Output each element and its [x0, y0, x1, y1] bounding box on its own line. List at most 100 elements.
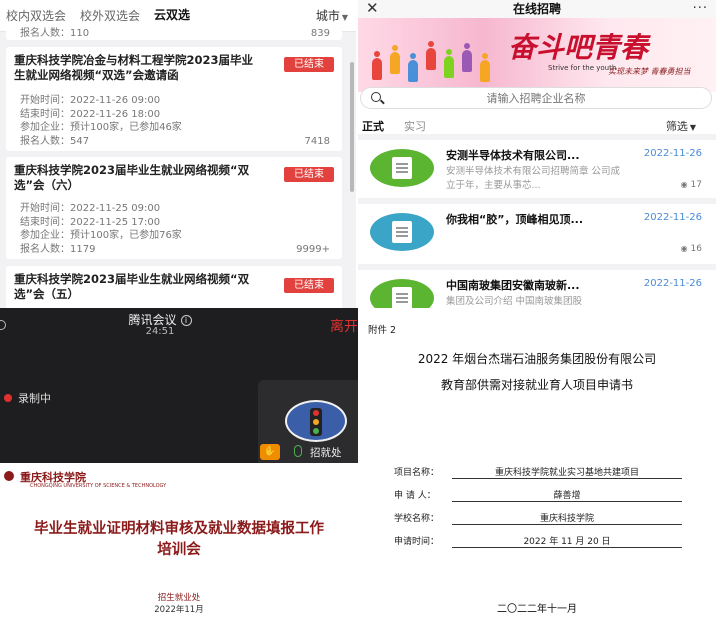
chevron-down-icon: ▼ — [341, 13, 348, 22]
field-applicant: 申 请 人： 薛善增 — [394, 488, 682, 502]
tab-intern[interactable]: 实习 — [404, 118, 426, 134]
status-badge: 已结束 — [284, 167, 334, 182]
online-recruit-panel: ✕ 在线招聘 ··· 奋斗吧青春 Strive for the youth 实现… — [358, 0, 716, 308]
school-emblem-icon — [4, 471, 14, 481]
field-apply-date: 申请时间： 2022 年 11 月 20 日 — [394, 534, 682, 548]
search-input[interactable] — [361, 88, 711, 108]
company-logo-icon — [370, 213, 434, 251]
post-date: 2022-11-26 — [643, 148, 702, 159]
list-item[interactable]: 重庆科技学院2023届毕业生就业网络视频“双选”会（六） 已结束 开始时间：20… — [6, 157, 342, 259]
traffic-light-icon — [310, 408, 322, 436]
runner-figure — [390, 45, 400, 74]
banner-slogan-en: Strive for the youth — [548, 64, 617, 72]
view-count: 9999+ — [296, 244, 330, 255]
slide-date: 2022年11月 — [154, 605, 204, 615]
start-time: 开始时间：2022-11-26 09:00 — [20, 95, 161, 106]
list-item[interactable]: 你我相“胶”，顶峰相见顶... 2022-11-26 ◉ 16 — [358, 198, 716, 262]
field-project-name: 项目名称： 重庆科技学院就业实习基地共建项目 — [394, 465, 682, 479]
field-label: 申请时间： — [394, 537, 440, 547]
meeting-panel: 腾讯会议 i 24:51 离开 录制中 ✋ 招就处 重庆科技学院 CHONGQIN… — [0, 308, 358, 617]
end-time: 结束时间：2022-11-25 17:00 — [20, 217, 161, 228]
meeting-app-title: 腾讯会议 — [128, 313, 177, 327]
tab-formal[interactable]: 正式 — [362, 118, 384, 134]
more-icon[interactable]: ··· — [693, 0, 708, 18]
record-dot-icon — [4, 394, 12, 402]
signup-count-label: 报名人数：1179 — [20, 244, 96, 255]
chevron-down-icon: ▼ — [689, 123, 696, 132]
field-label: 学校名称： — [394, 514, 440, 524]
field-value: 重庆科技学院就业实习基地共建项目 — [452, 465, 682, 479]
list-item[interactable]: 重庆科技学院2023届毕业生就业网络视频“双选”会（五） 已结束 — [6, 266, 342, 308]
runner-figure — [372, 51, 382, 80]
company-name: 你我相“胶”，顶峰相见顶... — [446, 213, 583, 226]
runner-figure — [408, 53, 418, 82]
status-badge: 已结束 — [284, 57, 334, 72]
eye-icon: ◉ — [680, 244, 688, 253]
application-document: 附件 2 2022 年烟台杰瑞石油服务集团股份有限公司 教育部供需对接就业育人项… — [358, 308, 716, 617]
signup-count-label: 报名人数：110 — [20, 28, 90, 39]
job-type-tabs: 正式 实习 筛选 ▼ — [358, 116, 716, 136]
search-bar — [360, 87, 712, 109]
list-item[interactable]: 重庆科技学院冶金与材料工程学院2023届毕业生就业网络视频“双选”会邀请函 已结… — [6, 47, 342, 151]
promo-banner[interactable]: 奋斗吧青春 Strive for the youth 实现未来梦 青春勇担当 — [358, 18, 716, 92]
slide-title-line1: 毕业生就业证明材料审核及就业数据填报工作 — [34, 521, 324, 537]
meeting-header: 腾讯会议 i 24:51 离开 录制中 ✋ 招就处 — [0, 308, 358, 463]
field-value: 重庆科技学院 — [452, 511, 682, 525]
company-count: 参加企业：预计100家，已参加46家 — [20, 122, 182, 133]
slide-title-line2: 培训会 — [157, 542, 201, 558]
runner-figure — [426, 41, 436, 70]
city-filter-label: 城市 — [315, 9, 340, 23]
document-icon — [392, 221, 412, 243]
list-item[interactable]: 安测半导体技术有限公司... 2022-11-26 安测半导体技术有限公司招聘简… — [358, 134, 716, 198]
fair-title: 重庆科技学院2023届毕业生就业网络视频“双选”会（六） — [14, 163, 250, 192]
field-school: 学校名称： 重庆科技学院 — [394, 511, 682, 525]
field-value: 薛善增 — [452, 488, 682, 502]
eye-icon: ◉ — [680, 180, 688, 189]
company-count: 参加企业：预计100家，已参加76家 — [20, 230, 182, 241]
microphone-icon — [294, 445, 302, 457]
list-item[interactable]: 报名人数：110 839 — [6, 26, 342, 40]
views-badge: ◉ 17 — [681, 180, 702, 190]
job-fair-panel: 校内双选会 校外双选会 云双选 城市 ▼ 报名人数：110 839 重庆科技学院冶… — [0, 0, 356, 308]
runner-figure — [444, 49, 454, 78]
document-icon — [392, 157, 412, 179]
recording-label: 录制中 — [18, 392, 51, 405]
filter-button[interactable]: 筛选 ▼ — [666, 118, 696, 134]
document-heading: 2022 年烟台杰瑞石油服务集团股份有限公司 — [417, 352, 657, 366]
nav-bar: ✕ 在线招聘 ··· — [358, 0, 716, 18]
meeting-timer: 24:51 — [145, 326, 175, 337]
company-name: 安测半导体技术有限公司... — [446, 149, 580, 162]
scrollbar[interactable] — [350, 62, 354, 192]
company-logo-icon — [370, 279, 434, 308]
runner-figure — [480, 53, 490, 82]
leave-button[interactable]: 离开 — [330, 316, 358, 336]
document-icon — [392, 287, 412, 308]
job-description: 集团及公司介绍 中国南玻集团股 — [446, 296, 583, 307]
company-name: 中国南玻集团安徽南玻新... — [446, 279, 580, 292]
field-value: 2022 年 11 月 20 日 — [452, 534, 682, 548]
page-title: 在线招聘 — [512, 2, 561, 16]
recording-indicator: 录制中 — [4, 390, 51, 406]
views-badge: ◉ 16 — [681, 244, 702, 254]
attachment-label: 附件 2 — [368, 325, 397, 336]
document-subheading: 教育部供需对接就业育人项目申请书 — [440, 378, 633, 392]
school-logo-en: CHONGQING UNIVERSITY OF SCIENCE & TECHNO… — [30, 483, 167, 489]
document-date: 二〇二二年十一月 — [497, 604, 577, 615]
field-label: 申 请 人： — [394, 491, 436, 501]
list-item[interactable]: 中国南玻集团安徽南玻新... 2022-11-26 集团及公司介绍 中国南玻集团… — [358, 264, 716, 308]
hand-icon: ✋ — [260, 444, 280, 460]
fair-title: 重庆科技学院2023届毕业生就业网络视频“双选”会（五） — [14, 272, 250, 301]
info-icon[interactable]: i — [180, 315, 192, 326]
end-time: 结束时间：2022-11-26 18:00 — [20, 109, 161, 120]
company-logo-icon — [370, 149, 434, 187]
slide-department: 招生就业处 — [157, 593, 201, 603]
post-date: 2022-11-26 — [643, 278, 702, 289]
start-time: 开始时间：2022-11-25 09:00 — [20, 203, 161, 214]
participant-tile[interactable]: ✋ 招就处 — [258, 380, 358, 463]
post-date: 2022-11-26 — [643, 212, 702, 223]
shared-slide: 重庆科技学院 CHONGQING UNIVERSITY OF SCIENCE &… — [0, 463, 358, 617]
banner-slogan: 奋斗吧青春 — [508, 31, 649, 64]
signup-count-label: 报名人数：547 — [20, 136, 90, 147]
job-description: 安测半导体技术有限公司招聘简章 公司成立于年，主要从事芯... — [446, 166, 621, 191]
filter-label: 筛选 — [665, 120, 688, 133]
